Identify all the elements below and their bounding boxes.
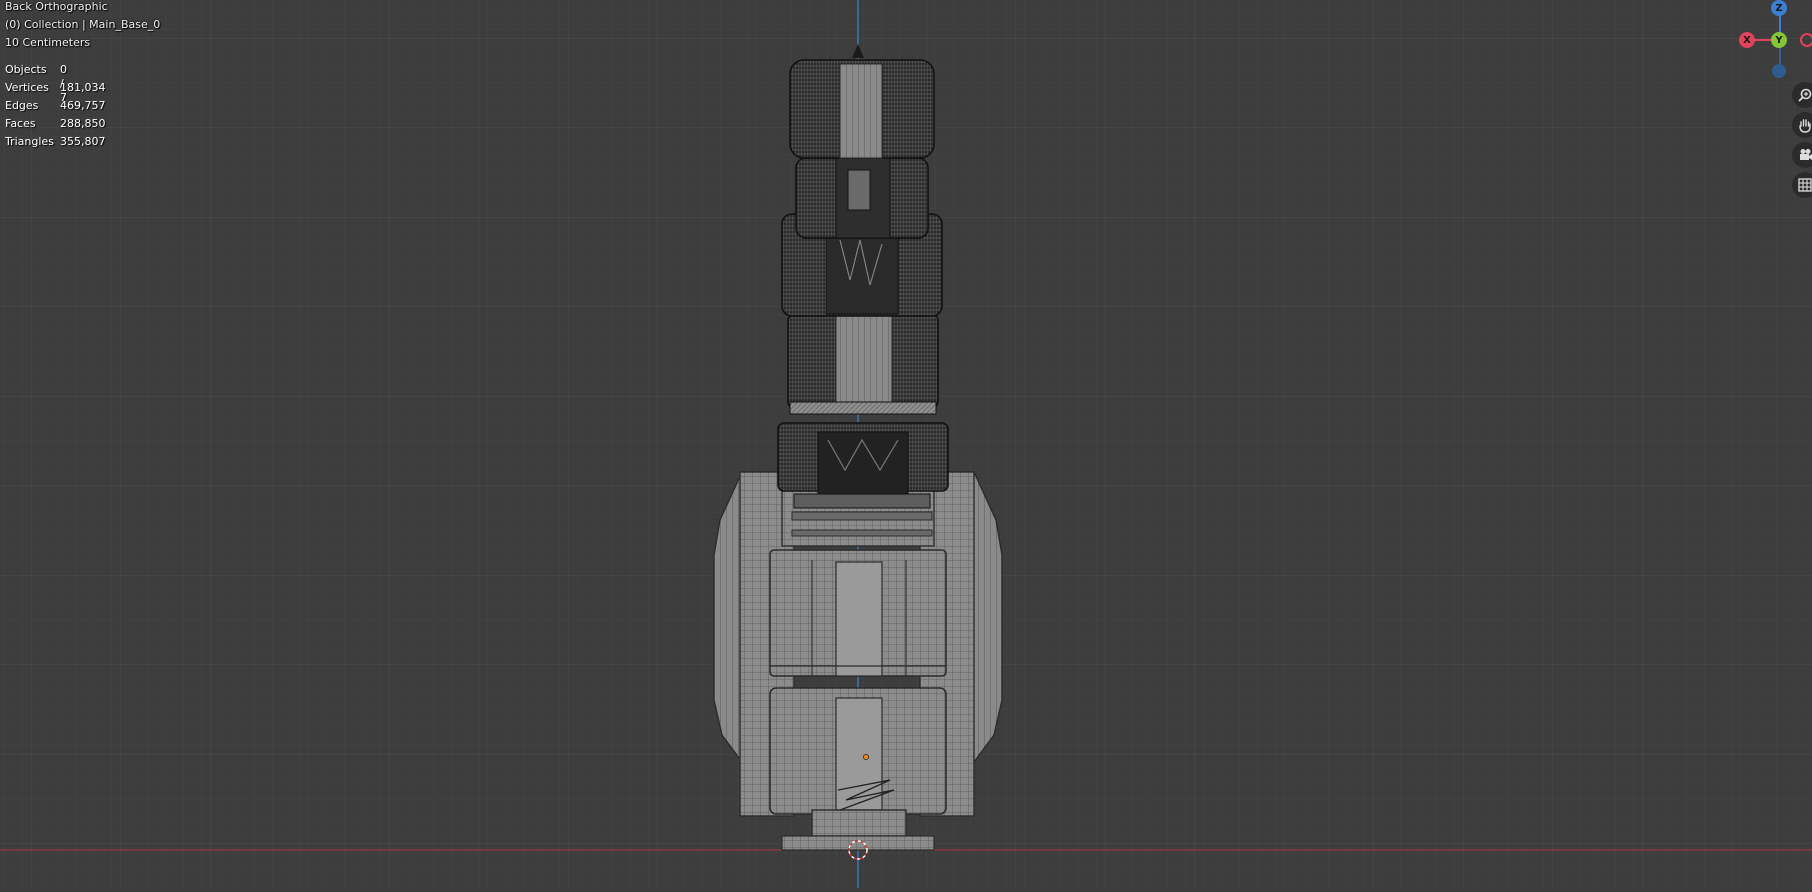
elbow-bracket [793, 493, 931, 509]
magnifier-icon [1798, 88, 1812, 102]
stat-value: 355,807 [60, 135, 106, 148]
stat-label: Triangles [5, 135, 54, 148]
stat-value: 181,034 [60, 81, 106, 94]
head-center [839, 63, 883, 159]
gizmo-neg-z-axis[interactable] [1772, 64, 1786, 78]
base-upper-center [835, 561, 883, 677]
viewport-info: Back Orthographic (0) Collection | Main_… [5, 0, 160, 50]
gizmo-y-axis[interactable]: Y [1771, 32, 1787, 48]
camera-icon [1800, 149, 1812, 160]
perspective-toggle-button[interactable] [1792, 172, 1812, 198]
stat-value: 288,850 [60, 117, 106, 130]
stat-label: Vertices [5, 81, 49, 94]
base-floor-plate [781, 835, 935, 851]
view-name-label: Back Orthographic [5, 0, 108, 13]
viewport-canvas[interactable] [0, 0, 1812, 888]
stat-value: 469,757 [60, 99, 106, 112]
base-lower-center [835, 697, 883, 811]
shoulder-plate [791, 511, 933, 521]
stat-label: Objects [5, 63, 47, 76]
pan-tool-button[interactable] [1792, 112, 1812, 138]
grid-icon [1798, 178, 1812, 192]
hand-icon [1799, 119, 1811, 133]
zoom-tool-button[interactable] [1792, 82, 1812, 108]
gizmo-z-axis[interactable]: Z [1771, 0, 1787, 16]
scale-label: 10 Centimeters [5, 36, 91, 49]
gizmo-x-axis[interactable]: X [1739, 32, 1755, 48]
shoulder-plate-2 [791, 529, 933, 537]
camera-view-button[interactable] [1792, 142, 1812, 168]
stat-label: Faces [5, 117, 36, 130]
gizmo-neg-x-axis[interactable] [1800, 33, 1812, 47]
upper-arm-gear [789, 401, 937, 415]
stat-label: Edges [5, 99, 39, 112]
forearm-core [825, 225, 899, 315]
object-origin [863, 754, 869, 760]
3d-viewport[interactable]: Back Orthographic (0) Collection | Main_… [0, 0, 1812, 888]
upper-arm-lower-center [835, 312, 893, 410]
base-foot [811, 809, 907, 837]
collection-label: (0) Collection | Main_Base_0 [5, 18, 161, 31]
